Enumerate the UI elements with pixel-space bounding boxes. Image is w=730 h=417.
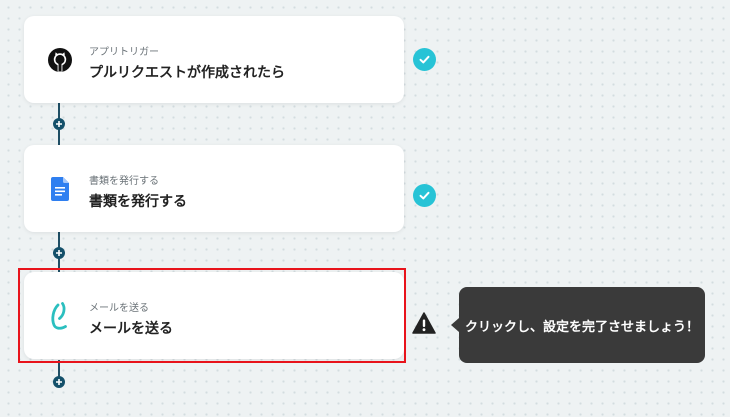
add-step-button[interactable] xyxy=(53,247,65,259)
github-icon xyxy=(46,46,74,74)
add-step-button[interactable] xyxy=(53,376,65,388)
step-title: プルリクエストが作成されたら xyxy=(89,65,285,81)
step-subtitle: 書類を発行する xyxy=(89,176,159,187)
plus-icon xyxy=(56,121,62,127)
check-icon xyxy=(413,184,436,207)
step-subtitle: アプリトリガー xyxy=(89,47,159,58)
step-title: 書類を発行する xyxy=(89,194,187,210)
tooltip-text: クリックし、設定を完了させましょう！ xyxy=(464,319,699,335)
add-step-button[interactable] xyxy=(53,118,65,130)
step-card-trigger[interactable]: アプリトリガー プルリクエストが作成されたら xyxy=(24,16,404,103)
guide-tooltip: クリックし、設定を完了させましょう！ xyxy=(451,287,705,363)
step-card-issue-document[interactable]: 書類を発行する 書類を発行する xyxy=(24,145,404,232)
google-docs-icon xyxy=(46,175,74,203)
plus-icon xyxy=(56,250,62,256)
plus-icon xyxy=(56,379,62,385)
step-highlight-frame xyxy=(18,268,406,363)
check-icon xyxy=(413,48,436,71)
warning-icon xyxy=(412,312,436,334)
